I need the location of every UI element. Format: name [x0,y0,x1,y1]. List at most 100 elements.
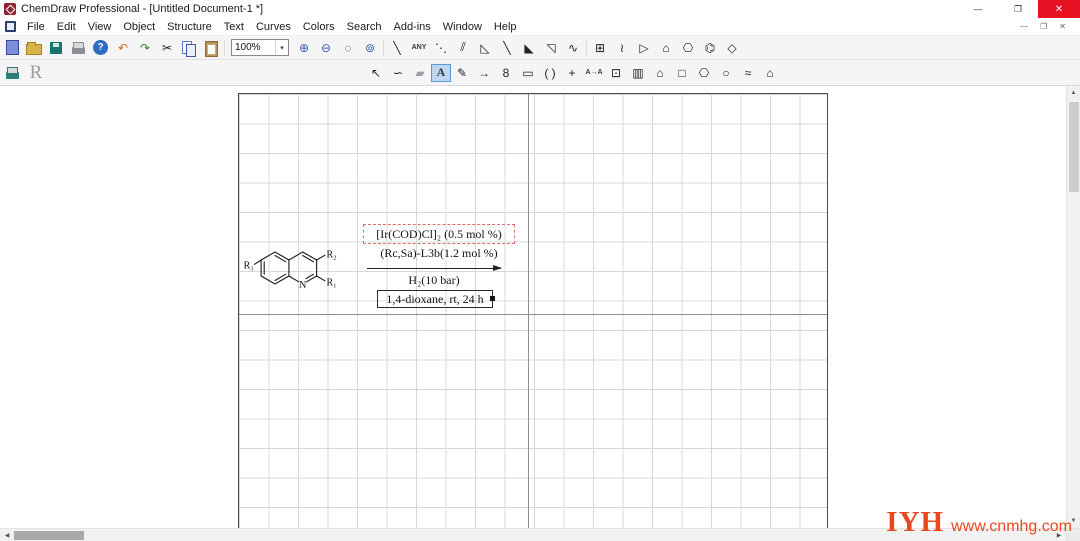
r-logo-icon[interactable]: R [23,62,49,83]
resize-handle[interactable] [490,296,495,301]
benzene-ring-icon[interactable]: ⌬ [699,38,721,58]
new-document-icon[interactable] [1,38,23,58]
window-title: ChemDraw Professional - [Untitled Docume… [21,3,264,15]
mdi-close-button[interactable]: ✕ [1059,22,1066,31]
menu-structure[interactable]: Structure [161,20,218,34]
bracket-tool-icon[interactable]: ( ) [539,63,561,83]
print-icon[interactable] [67,38,89,58]
orbital-tool-icon[interactable]: 8 [495,63,517,83]
zoom-value: 100% [235,42,261,53]
solvent-text: 1,4-dioxane, rt, 24 h [386,291,484,306]
title-bar: ChemDraw Professional - [Untitled Docume… [0,0,1080,18]
menu-file[interactable]: File [21,20,51,34]
solid-wedge-bond-icon[interactable]: ◣ [518,38,540,58]
vertical-scroll-thumb[interactable] [1068,102,1079,192]
watermark-logo: IYH [886,506,945,538]
hollow-wedge-bond-icon[interactable]: ◹ [540,38,562,58]
menu-window[interactable]: Window [437,20,488,34]
toolbar-separator [383,39,384,56]
cyclohexane-ring-icon[interactable]: ⎔ [677,38,699,58]
zoom-area-icon[interactable]: ◌ [337,38,359,58]
hydrogen-pressure-text[interactable]: H₂(10 bar) [367,273,501,288]
templates-icon[interactable]: ▥ [627,63,649,83]
menu-curves[interactable]: Curves [250,20,297,34]
eraser-icon[interactable]: ▰ [409,63,431,83]
page-setup-printer-icon[interactable] [1,63,23,83]
table-tool-icon[interactable]: ⊡ [605,63,627,83]
rectangle-tool-icon[interactable]: ▭ [517,63,539,83]
pen-tool-icon[interactable]: ✎ [451,63,473,83]
solid-bond-icon[interactable]: ╲ [386,38,408,58]
zoom-in-icon[interactable]: ⊕ [293,38,315,58]
open-folder-icon[interactable] [23,38,45,58]
tools-toolbar: R ↖ ∽ ▰ A ✎ → 8 ▭ ( ) + A→A ⊡ ▥ ⌂ □ ⎔ ○ … [0,60,1080,86]
plus-symbol-icon[interactable]: + [561,63,583,83]
restore-button[interactable]: ❐ [998,0,1038,18]
r3-label[interactable]: R₃ [244,261,254,272]
copy-icon[interactable] [178,38,200,58]
zoom-center-icon[interactable]: ⊚ [359,38,381,58]
document-icon[interactable] [5,21,16,32]
close-button[interactable]: ✕ [1038,0,1080,18]
dashed-bond-icon[interactable]: ⋱ [430,38,452,58]
menu-view[interactable]: View [82,20,118,34]
catalyst-text-selected[interactable]: [Ir(COD)Cl]₂ (0.5 mol %) [363,224,515,244]
menu-help[interactable]: Help [488,20,523,34]
quinoline-structure[interactable]: N R₂ R₁ R₃ [241,232,361,302]
standard-toolbar: ? ↶ ↷ ✂ 100% ▾ ⊕ ⊖ ◌ ⊚ ╲ ANY ⋱ ⫽ ◺ ╲ ◣ ◹… [0,35,1080,60]
menu-addins[interactable]: Add-ins [387,20,436,34]
text-tool-icon[interactable]: A [431,63,451,82]
paste-icon[interactable] [200,38,222,58]
menu-search[interactable]: Search [341,20,388,34]
cyclobutane-tool-icon[interactable]: □ [671,63,693,83]
hashed-bond-icon[interactable]: ⫽ [452,38,474,58]
acyclic-chain-icon[interactable]: ≀ [611,38,633,58]
wavy-bond-icon[interactable]: ∿ [562,38,584,58]
pentagon-tool-icon[interactable]: ⌂ [759,63,781,83]
benzene-circle-tool-icon[interactable]: ○ [715,63,737,83]
nitrogen-label[interactable]: N [299,280,306,291]
cyclopentadiene-ring-icon[interactable]: ◇ [721,38,743,58]
r1-label[interactable]: R₁ [327,278,337,289]
curve-tool-icon[interactable]: ≈ [737,63,759,83]
chemdraw-app-icon[interactable] [4,3,16,15]
atom-map-icon[interactable]: A→A [583,63,605,83]
reaction-arrow[interactable] [367,265,502,271]
document-page[interactable]: N R₂ R₁ R₃ [Ir(COD)Cl]₂ (0.5 mol %) (Rc,… [238,93,828,541]
arrow-tool-icon[interactable]: → [473,63,495,83]
lasso-select-icon[interactable]: ∽ [387,63,409,83]
mdi-restore-button[interactable]: ❐ [1040,22,1047,31]
mdi-minimize-button[interactable]: — [1020,22,1028,31]
menu-bar: File Edit View Object Structure Text Cur… [0,18,1080,35]
help-icon[interactable]: ? [93,40,108,55]
r2-label[interactable]: R₂ [327,250,337,261]
save-icon[interactable] [45,38,67,58]
scroll-up-icon[interactable]: ▲ [1067,86,1080,100]
scroll-left-icon[interactable]: ◀ [0,532,14,539]
bold-bond-icon[interactable]: ╲ [496,38,518,58]
vertical-scrollbar[interactable]: ▲ ▼ [1066,86,1080,528]
menu-edit[interactable]: Edit [51,20,82,34]
table-icon[interactable]: ⊞ [589,38,611,58]
solvent-text-box[interactable]: 1,4-dioxane, rt, 24 h [377,290,495,308]
minimize-button[interactable]: — [958,0,998,18]
marquee-select-icon[interactable]: ↖ [365,63,387,83]
chevron-down-icon[interactable]: ▾ [275,40,288,55]
cyclopropane-ring-icon[interactable]: ▷ [633,38,655,58]
undo-icon[interactable]: ↶ [112,38,134,58]
cyclopentane-tool-icon[interactable]: ⌂ [649,63,671,83]
redo-icon[interactable]: ↷ [134,38,156,58]
hashed-wedge-bond-icon[interactable]: ◺ [474,38,496,58]
cut-icon[interactable]: ✂ [156,38,178,58]
horizontal-scroll-thumb[interactable] [14,530,84,540]
menu-text[interactable]: Text [218,20,250,34]
menu-object[interactable]: Object [117,20,161,34]
cyclopentane-ring-icon[interactable]: ⌂ [655,38,677,58]
zoom-out-icon[interactable]: ⊖ [315,38,337,58]
ligand-text[interactable]: (Rc,Sa)-L3b(1.2 mol %) [363,246,515,261]
zoom-select[interactable]: 100% ▾ [231,39,289,56]
menu-colors[interactable]: Colors [297,20,341,34]
canvas-workspace: N R₂ R₁ R₃ [Ir(COD)Cl]₂ (0.5 mol %) (Rc,… [0,86,1080,541]
cyclohexane-tool-icon[interactable]: ⎔ [693,63,715,83]
any-bond-icon[interactable]: ANY [408,38,430,58]
